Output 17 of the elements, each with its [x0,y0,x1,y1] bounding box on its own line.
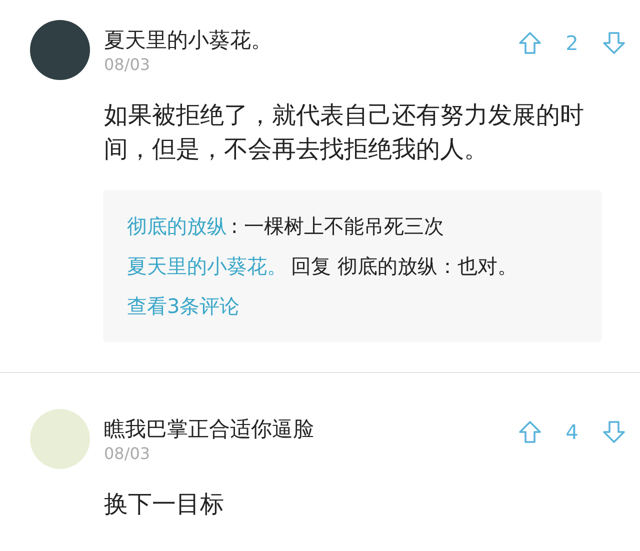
comment-text: 换下一目标 [104,489,225,520]
reply-text: 夏天里的小葵花。 回复 彻底的放纵：也对。 [127,253,518,280]
comment-date: 08/03 [104,54,152,76]
comment-date: 08/03 [104,443,152,465]
upvote-arrow-icon[interactable] [518,420,542,444]
vote-count: 2 [564,30,580,57]
view-more-comments-link[interactable]: 查看3条评论 [127,292,240,320]
reply-author-link[interactable]: 彻底的放纵 [127,214,227,238]
comment-text: 如果被拒绝了，就代表自己还有努力发展的时间，但是，不会再去找拒绝我的人。 [104,100,585,165]
reply-text: 彻底的放纵 : 一棵树上不能吊死三次 [127,213,446,240]
upvote-arrow-icon[interactable] [518,31,542,55]
username[interactable]: 夏天里的小葵花。 [104,26,518,54]
downvote-arrow-icon[interactable] [602,420,626,444]
downvote-arrow-icon[interactable] [602,31,626,55]
username[interactable]: 瞧我巴掌正合适你逼脸 [104,415,518,443]
vote-count: 4 [564,419,580,446]
reply-author-link[interactable]: 夏天里的小葵花。 [127,254,287,278]
